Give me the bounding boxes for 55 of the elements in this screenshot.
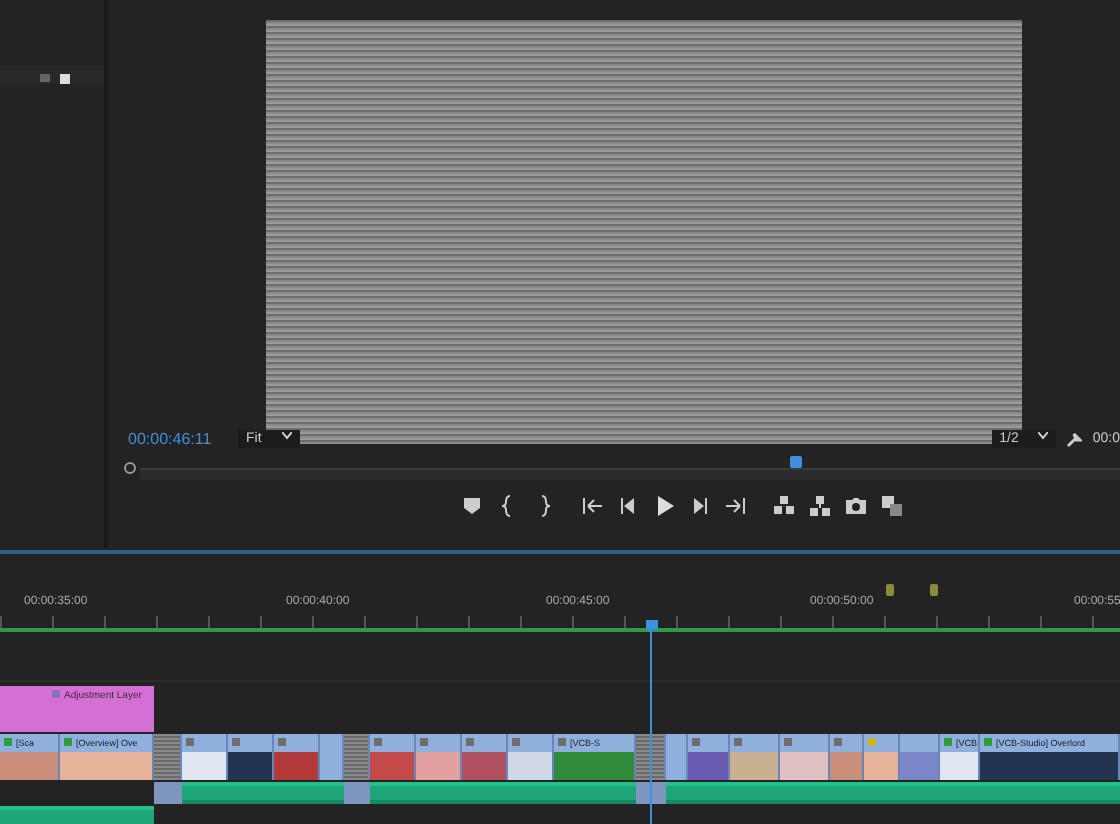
thumbnail-placeholder: [274, 752, 318, 780]
thumbnail-placeholder: [688, 752, 728, 780]
thumbnail-placeholder: [416, 752, 460, 780]
go-to-in-icon[interactable]: [580, 494, 604, 518]
thumbnail-placeholder: [228, 752, 272, 780]
camera-icon[interactable]: [844, 494, 868, 518]
zoom-handle-icon[interactable]: [124, 462, 136, 474]
play-icon[interactable]: [652, 494, 676, 518]
video-clip[interactable]: [730, 734, 780, 780]
lift-icon[interactable]: [772, 494, 796, 518]
thumbnail-placeholder: [370, 752, 414, 780]
video-clip[interactable]: [900, 734, 940, 780]
thumbnail-placeholder: [462, 752, 506, 780]
audio-clip[interactable]: [370, 782, 636, 804]
audio-clip[interactable]: [0, 806, 154, 824]
marker-icon[interactable]: [460, 494, 484, 518]
gap-clip[interactable]: [154, 782, 182, 804]
video-clip[interactable]: [274, 734, 320, 780]
timecode[interactable]: 00:00:46:11: [128, 430, 238, 448]
playhead-handle[interactable]: [790, 456, 803, 468]
video-clip[interactable]: [688, 734, 730, 780]
wrench-icon[interactable]: [1066, 431, 1083, 447]
scrubber-track[interactable]: [140, 456, 1120, 480]
step-back-icon[interactable]: [616, 494, 640, 518]
video-clip[interactable]: [508, 734, 554, 780]
video-clip[interactable]: [228, 734, 274, 780]
video-clip[interactable]: [416, 734, 462, 780]
marker-icon[interactable]: [930, 584, 938, 596]
playhead-handle[interactable]: [646, 620, 658, 630]
thumbnail-placeholder: [900, 752, 938, 780]
chevron-down-icon: [281, 432, 292, 440]
compare-icon[interactable]: [880, 494, 904, 518]
thumbnail-placeholder: [182, 752, 226, 780]
audio-clip[interactable]: [666, 782, 1120, 804]
video-clip[interactable]: [830, 734, 864, 780]
video-clip[interactable]: [864, 734, 900, 780]
chevron-down-icon: [1038, 432, 1049, 440]
video-clip[interactable]: [666, 734, 688, 780]
marker-icon[interactable]: [886, 584, 894, 596]
video-clip[interactable]: [780, 734, 830, 780]
thumbnail-placeholder: [730, 752, 778, 780]
gap-clip[interactable]: [344, 782, 370, 804]
thumbnail-placeholder: [864, 752, 898, 780]
video-clip[interactable]: [370, 734, 416, 780]
gap-clip[interactable]: [636, 734, 666, 780]
video-clip[interactable]: [182, 734, 228, 780]
gap-clip[interactable]: [154, 734, 182, 780]
go-to-out-icon[interactable]: [724, 494, 748, 518]
video-clip[interactable]: [462, 734, 508, 780]
gap-clip[interactable]: [344, 734, 370, 780]
gap-clip[interactable]: [636, 782, 666, 804]
extract-icon[interactable]: [808, 494, 832, 518]
video-clip[interactable]: [320, 734, 344, 780]
step-forward-icon[interactable]: [688, 494, 712, 518]
audio-clip[interactable]: [182, 782, 344, 804]
